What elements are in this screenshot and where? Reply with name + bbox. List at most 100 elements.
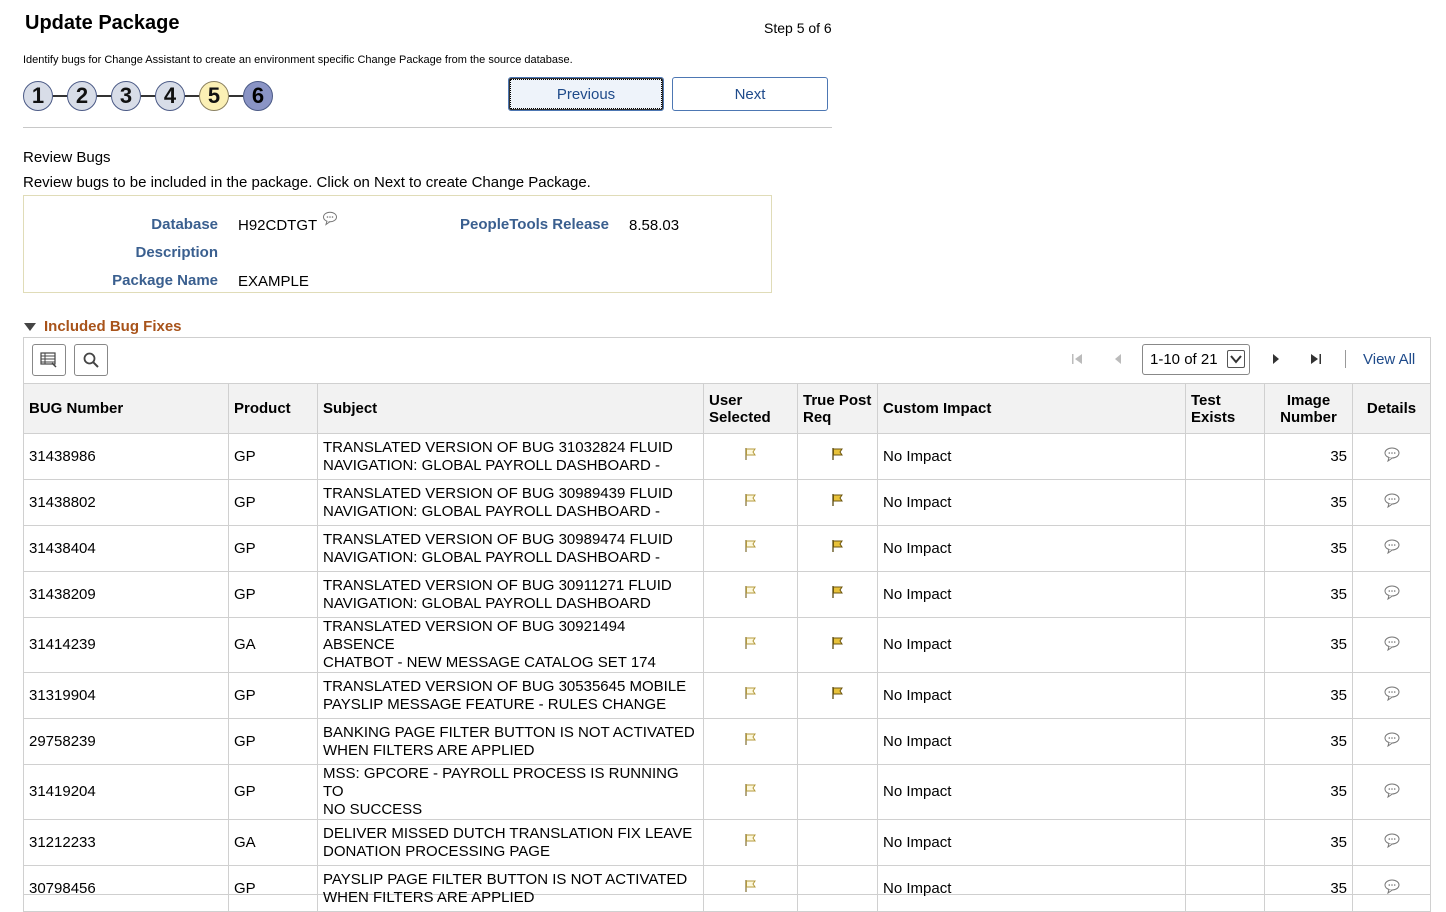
flag-filled-icon [831,686,845,705]
page-range-text: 1-10 of 21 [1150,351,1218,368]
user-selected-cell [703,819,798,866]
true-post-req-cell [797,672,878,719]
next-button[interactable]: Next [672,77,828,111]
product-cell: GA [228,819,318,866]
table-row: 31419204 GP MSS: GPCORE - PAYROLL PROCESS … [23,764,1431,820]
user-selected-cell [703,525,798,572]
product-cell: GP [228,865,318,912]
true-post-req-cell [797,764,878,820]
col-custom-impact[interactable]: Custom Impact [877,383,1186,434]
step-4[interactable]: 4 [155,81,185,111]
col-test-exists[interactable]: Test Exists [1185,383,1265,434]
description-label: Description [135,244,218,261]
comment-bubble-icon[interactable] [1383,832,1401,853]
find-in-grid-button[interactable] [74,344,108,376]
user-selected-cell [703,479,798,526]
step-connector [229,95,243,97]
subject-cell: PAYSLIP PAGE FILTER BUTTON IS NOT ACTIVA… [317,865,704,912]
comment-bubble-icon[interactable] [1383,492,1401,513]
comment-bubble-icon[interactable] [1383,446,1401,467]
chevron-down-icon[interactable] [1227,350,1245,368]
step-connector [141,95,155,97]
user-selected-cell [703,433,798,480]
col-image-number[interactable]: Image Number [1264,383,1353,434]
included-bug-fixes-header[interactable]: Included Bug Fixes [24,318,182,335]
col-subject[interactable]: Subject [317,383,704,434]
flag-outline-icon [744,636,758,655]
step-train: 1 2 3 4 5 6 [23,79,273,113]
image-number-cell: 35 [1264,865,1353,912]
step-indicator-text: Step 5 of 6 [764,20,832,36]
next-page-icon[interactable] [1266,349,1286,369]
details-cell [1352,764,1431,820]
database-label: Database [151,216,218,233]
search-icon [83,352,99,368]
step-5[interactable]: 5 [199,81,229,111]
col-true-post-req[interactable]: True Post Req [797,383,878,434]
details-cell [1352,571,1431,618]
page-range-select[interactable]: 1-10 of 21 [1142,344,1250,375]
details-cell [1352,617,1431,673]
product-cell: GP [228,433,318,480]
subject-cell: MSS: GPCORE - PAYROLL PROCESS IS RUNNING… [317,764,704,820]
comment-bubble-icon[interactable] [1383,685,1401,706]
details-cell [1352,433,1431,480]
comment-bubble-icon[interactable] [322,210,338,231]
user-selected-cell [703,571,798,618]
table-row: 31212233 GA DELIVER MISSED DUTCH TRANSLATI… [23,819,1431,866]
test-exists-cell [1185,525,1265,572]
image-number-cell: 35 [1264,433,1353,480]
col-bug-number[interactable]: BUG Number [23,383,229,434]
database-value: H92CDTGT [238,217,318,234]
custom-impact-cell: No Impact [877,819,1186,866]
last-page-icon[interactable] [1306,349,1326,369]
divider [23,127,832,128]
custom-impact-cell: No Impact [877,571,1186,618]
image-number-cell: 35 [1264,764,1353,820]
step-2[interactable]: 2 [67,81,97,111]
col-details[interactable]: Details [1352,383,1431,434]
image-number-cell: 35 [1264,672,1353,719]
first-page-icon[interactable] [1067,349,1087,369]
subject-cell: TRANSLATED VERSION OF BUG 31032824 FLUID… [317,433,704,480]
step-1[interactable]: 1 [23,81,53,111]
step-3[interactable]: 3 [111,81,141,111]
flag-outline-icon [744,686,758,705]
comment-bubble-icon[interactable] [1383,878,1401,899]
bug-number-cell: 31438802 [23,479,229,526]
product-cell: GP [228,718,318,765]
previous-button[interactable]: Previous [508,77,664,111]
test-exists-cell [1185,479,1265,526]
bug-number-cell: 31319904 [23,672,229,719]
subject-cell: TRANSLATED VERSION OF BUG 30535645 MOBIL… [317,672,704,719]
comment-bubble-icon[interactable] [1383,635,1401,656]
flag-outline-icon [744,833,758,852]
test-exists-cell [1185,819,1265,866]
custom-impact-cell: No Impact [877,764,1186,820]
previous-page-icon[interactable] [1108,349,1128,369]
subject-cell: TRANSLATED VERSION OF BUG 30989474 FLUID… [317,525,704,572]
subject-cell: DELIVER MISSED DUTCH TRANSLATION FIX LEA… [317,819,704,866]
package-name-value: EXAMPLE [238,273,309,290]
bug-number-cell: 31438209 [23,571,229,618]
details-cell [1352,672,1431,719]
comment-bubble-icon[interactable] [1383,731,1401,752]
test-exists-cell [1185,571,1265,618]
package-name-label: Package Name [112,272,218,289]
details-cell [1352,525,1431,572]
col-user-selected[interactable]: User Selected [703,383,798,434]
flag-outline-icon [744,732,758,751]
col-product[interactable]: Product [228,383,318,434]
collapse-triangle-icon[interactable] [24,322,36,331]
image-number-cell: 35 [1264,479,1353,526]
view-all-link[interactable]: View All [1363,351,1415,368]
comment-bubble-icon[interactable] [1383,782,1401,803]
personalize-grid-button[interactable] [32,344,66,376]
custom-impact-cell: No Impact [877,672,1186,719]
bug-number-cell: 31212233 [23,819,229,866]
comment-bubble-icon[interactable] [1383,584,1401,605]
subject-cell: TRANSLATED VERSION OF BUG 30921494 ABSEN… [317,617,704,673]
comment-bubble-icon[interactable] [1383,538,1401,559]
step-6[interactable]: 6 [243,81,273,111]
toolbar-separator [1345,350,1346,368]
